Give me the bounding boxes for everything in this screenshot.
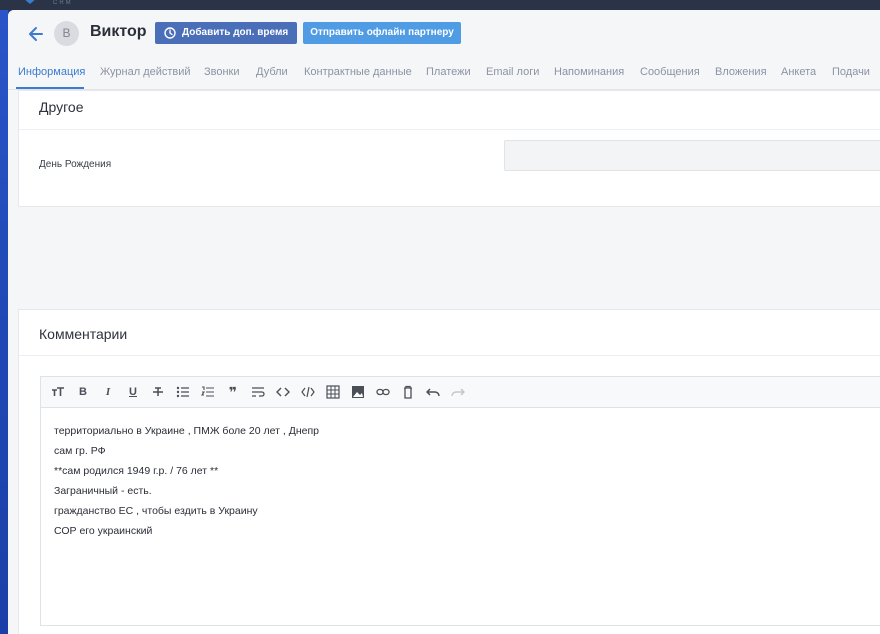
tab-messages[interactable]: Сообщения bbox=[640, 66, 700, 78]
tab-questionnaire[interactable]: Анкета bbox=[781, 66, 816, 78]
logo-icon bbox=[25, 0, 35, 4]
editor-toolbar: B I U ❞ bbox=[41, 377, 880, 408]
tab-contract-data[interactable]: Контрактные данные bbox=[304, 66, 412, 78]
tab-submissions[interactable]: Подачи bbox=[832, 66, 870, 78]
strikethrough-icon[interactable] bbox=[149, 384, 167, 400]
tab-duplicates[interactable]: Дубли bbox=[256, 66, 288, 78]
undo-icon[interactable] bbox=[424, 384, 442, 400]
tab-reminders[interactable]: Напоминания bbox=[554, 66, 624, 78]
code-block-icon[interactable] bbox=[299, 384, 317, 400]
table-icon[interactable] bbox=[324, 384, 342, 400]
tab-info[interactable]: Информация bbox=[18, 66, 85, 78]
tab-email-logs[interactable]: Email логи bbox=[486, 66, 539, 78]
top-navbar: CRM bbox=[0, 0, 880, 10]
add-extra-time-button[interactable]: Добавить доп. время bbox=[155, 22, 297, 44]
comment-line: **сам родился 1949 г.р. / 76 лет ** bbox=[54, 465, 219, 477]
comment-line: гражданство ЕС , чтобы ездить в Украину bbox=[54, 505, 258, 517]
tab-payments[interactable]: Платежи bbox=[426, 66, 471, 78]
tab-activity-log[interactable]: Журнал действий bbox=[100, 66, 191, 78]
comment-line: сам гр. РФ bbox=[54, 445, 106, 457]
comment-editor: B I U ❞ территориально в Украине , ПМЖ б… bbox=[40, 376, 880, 626]
delete-icon[interactable] bbox=[399, 384, 417, 400]
lead-header: В Виктор Добавить доп. время Отправить о… bbox=[8, 10, 880, 56]
comment-line: СОР его украинский bbox=[54, 525, 153, 537]
tab-attachments[interactable]: Вложения bbox=[715, 66, 767, 78]
back-arrow-icon[interactable] bbox=[26, 24, 46, 44]
other-section-title: Другое bbox=[39, 99, 84, 115]
tab-calls[interactable]: Звонки bbox=[204, 66, 240, 78]
bullet-list-icon[interactable] bbox=[174, 384, 192, 400]
link-icon[interactable] bbox=[374, 384, 392, 400]
redo-icon[interactable] bbox=[449, 384, 467, 400]
avatar: В bbox=[54, 21, 79, 46]
comments-section-card: Комментарии B I U ❞ территориально в Укр… bbox=[18, 309, 880, 634]
clock-icon bbox=[164, 27, 176, 39]
lead-name: Виктор bbox=[90, 23, 147, 40]
sidebar-edge bbox=[0, 10, 8, 634]
add-extra-time-label: Добавить доп. время bbox=[182, 27, 289, 38]
lead-card-panel: В Виктор Добавить доп. время Отправить о… bbox=[8, 10, 880, 634]
comment-line: территориально в Украине , ПМЖ боле 20 л… bbox=[54, 425, 319, 437]
code-icon[interactable] bbox=[274, 384, 292, 400]
section-divider bbox=[19, 129, 880, 130]
tab-bar: Информация Журнал действий Звонки Дубли … bbox=[8, 56, 880, 90]
comments-section-title: Комментарии bbox=[39, 326, 128, 342]
comment-text-area[interactable]: территориально в Украине , ПМЖ боле 20 л… bbox=[54, 421, 319, 541]
bold-icon[interactable]: B bbox=[74, 384, 92, 400]
send-offline-partner-button[interactable]: Отправить офлайн партнеру bbox=[303, 22, 461, 44]
active-tab-indicator bbox=[16, 87, 84, 89]
underline-icon[interactable]: U bbox=[124, 384, 142, 400]
section-divider bbox=[19, 355, 880, 356]
other-section-card: Другое День Рождения bbox=[18, 90, 880, 207]
italic-icon[interactable]: I bbox=[99, 384, 117, 400]
numbered-list-icon[interactable] bbox=[199, 384, 217, 400]
quote-icon[interactable]: ❞ bbox=[224, 384, 242, 400]
birthday-field[interactable] bbox=[504, 140, 880, 171]
image-icon[interactable] bbox=[349, 384, 367, 400]
text-size-icon[interactable] bbox=[49, 384, 67, 400]
birthday-label: День Рождения bbox=[39, 159, 112, 170]
comment-line: Заграничный - есть. bbox=[54, 485, 152, 497]
wrap-icon[interactable] bbox=[249, 384, 267, 400]
logo-text: CRM bbox=[53, 0, 73, 6]
